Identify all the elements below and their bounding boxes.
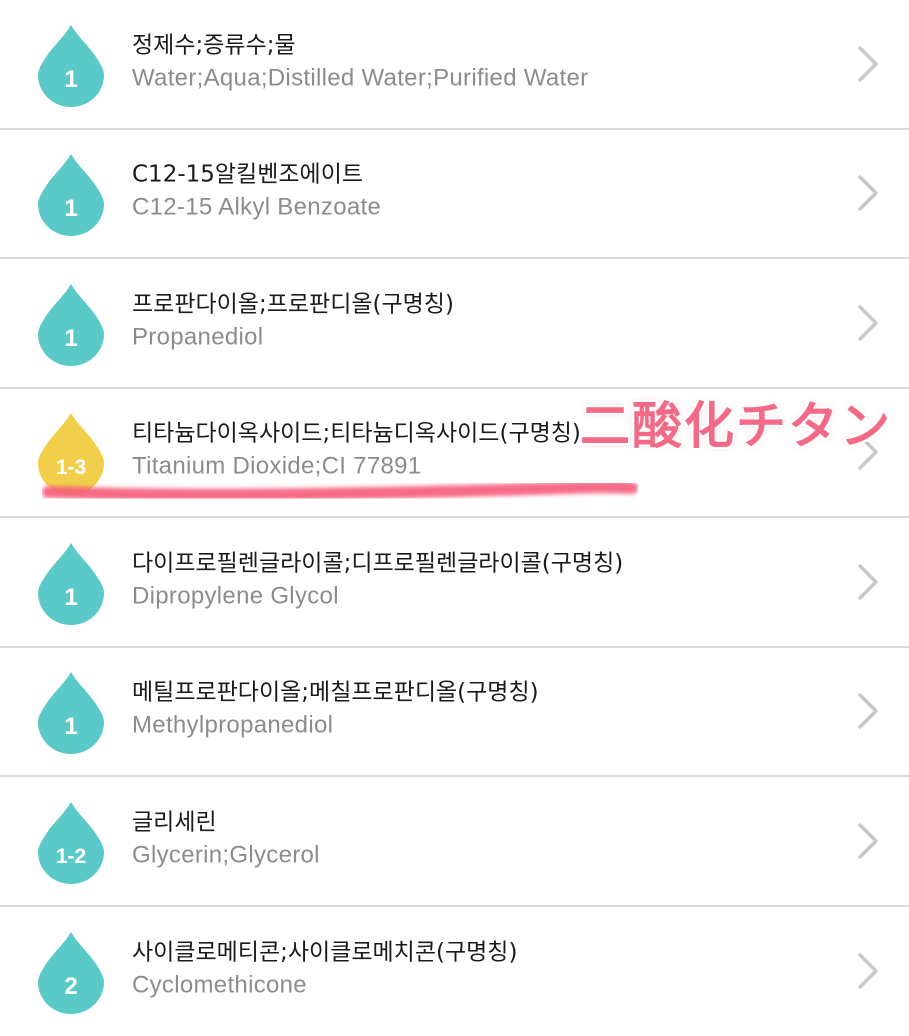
ingredient-name-english: Titanium Dioxide;CI 77891 (132, 452, 581, 482)
ingredient-name-english: C12-15 Alkyl Benzoate (132, 193, 381, 223)
ingredient-name-korean: 티타늄다이옥사이드;티타늄디옥사이드(구명칭) (132, 419, 581, 449)
grade-drop-icon: 1 (38, 23, 104, 107)
ingredient-names: 티타늄다이옥사이드;티타늄디옥사이드(구명칭)Titanium Dioxide;… (132, 419, 581, 482)
ingredient-names: 글리세린Glycerin;Glycerol (132, 807, 320, 870)
chevron-right-icon[interactable] (857, 563, 879, 601)
grade-label: 1 (38, 714, 104, 740)
grade-drop-icon: 1 (38, 152, 104, 236)
chevron-right-icon[interactable] (857, 692, 879, 730)
grade-drop-icon: 1 (38, 541, 104, 625)
ingredient-name-english: Glycerin;Glycerol (132, 840, 320, 870)
ingredient-name-korean: 다이프로필렌글라이콜;디프로필렌글라이콜(구명칭) (132, 548, 623, 578)
ingredient-name-korean: 글리세린 (132, 807, 320, 837)
ingredient-name-english: Water;Aqua;Distilled Water;Purified Wate… (132, 63, 588, 93)
ingredient-names: 메틸프로판다이올;메칠프로판디올(구명칭)Methylpropanediol (132, 678, 539, 741)
annotation-note: 二酸化チタン (580, 394, 892, 458)
grade-label: 1 (38, 326, 104, 352)
chevron-right-icon[interactable] (857, 822, 879, 860)
grade-label: 1-3 (38, 455, 104, 481)
drop-shape (38, 802, 104, 884)
grade-label: 1 (38, 196, 104, 222)
ingredient-row[interactable]: 1 정제수;증류수;물Water;Aqua;Distilled Water;Pur… (0, 0, 909, 130)
grade-drop-icon: 1 (38, 282, 104, 366)
ingredient-list: 1 정제수;증류수;물Water;Aqua;Distilled Water;Pur… (0, 0, 909, 1024)
ingredient-name-korean: 프로판다이올;프로판디올(구명칭) (132, 289, 454, 319)
chevron-right-icon[interactable] (857, 45, 879, 83)
ingredient-names: C12-15알킬벤조에이트C12-15 Alkyl Benzoate (132, 160, 381, 223)
ingredient-names: 정제수;증류수;물Water;Aqua;Distilled Water;Puri… (132, 30, 588, 93)
ingredient-name-english: Cyclomethicone (132, 971, 517, 1001)
grade-label: 1 (38, 67, 104, 93)
ingredient-name-korean: C12-15알킬벤조에이트 (132, 160, 381, 190)
ingredient-name-korean: 정제수;증류수;물 (132, 30, 588, 60)
ingredient-name-korean: 사이클로메티콘;사이클로메치콘(구명칭) (132, 938, 517, 968)
highlight-underline (42, 480, 638, 502)
ingredient-row[interactable]: 1 프로판다이올;프로판디올(구명칭)Propanediol (0, 259, 909, 389)
grade-label: 1-2 (38, 844, 104, 870)
ingredient-names: 프로판다이올;프로판디올(구명칭)Propanediol (132, 289, 454, 352)
ingredient-row[interactable]: 2 사이클로메티콘;사이클로메치콘(구명칭)Cyclomethicone (0, 907, 909, 1036)
chevron-right-icon[interactable] (857, 952, 879, 990)
grade-drop-icon: 1 (38, 670, 104, 754)
ingredient-row[interactable]: 1 다이프로필렌글라이콜;디프로필렌글라이콜(구명칭)Dipropylene Gl… (0, 518, 909, 648)
ingredient-name-english: Methylpropanediol (132, 711, 539, 741)
chevron-right-icon[interactable] (857, 174, 879, 212)
grade-drop-icon: 1-2 (38, 800, 104, 884)
grade-label: 1 (38, 585, 104, 611)
ingredient-name-english: Propanediol (132, 322, 454, 352)
ingredient-names: 사이클로메티콘;사이클로메치콘(구명칭)Cyclomethicone (132, 938, 517, 1001)
ingredient-name-korean: 메틸프로판다이올;메칠프로판디올(구명칭) (132, 678, 539, 708)
ingredient-row[interactable]: 1 C12-15알킬벤조에이트C12-15 Alkyl Benzoate (0, 130, 909, 260)
ingredient-name-english: Dipropylene Glycol (132, 581, 623, 611)
ingredient-names: 다이프로필렌글라이콜;디프로필렌글라이콜(구명칭)Dipropylene Gly… (132, 548, 623, 611)
ingredient-row[interactable]: 1-2 글리세린Glycerin;Glycerol (0, 777, 909, 907)
chevron-right-icon[interactable] (857, 304, 879, 342)
ingredient-row[interactable]: 1 메틸프로판다이올;메칠프로판디올(구명칭)Methylpropanediol (0, 648, 909, 778)
grade-label: 2 (38, 974, 104, 1000)
grade-drop-icon: 2 (38, 930, 104, 1014)
